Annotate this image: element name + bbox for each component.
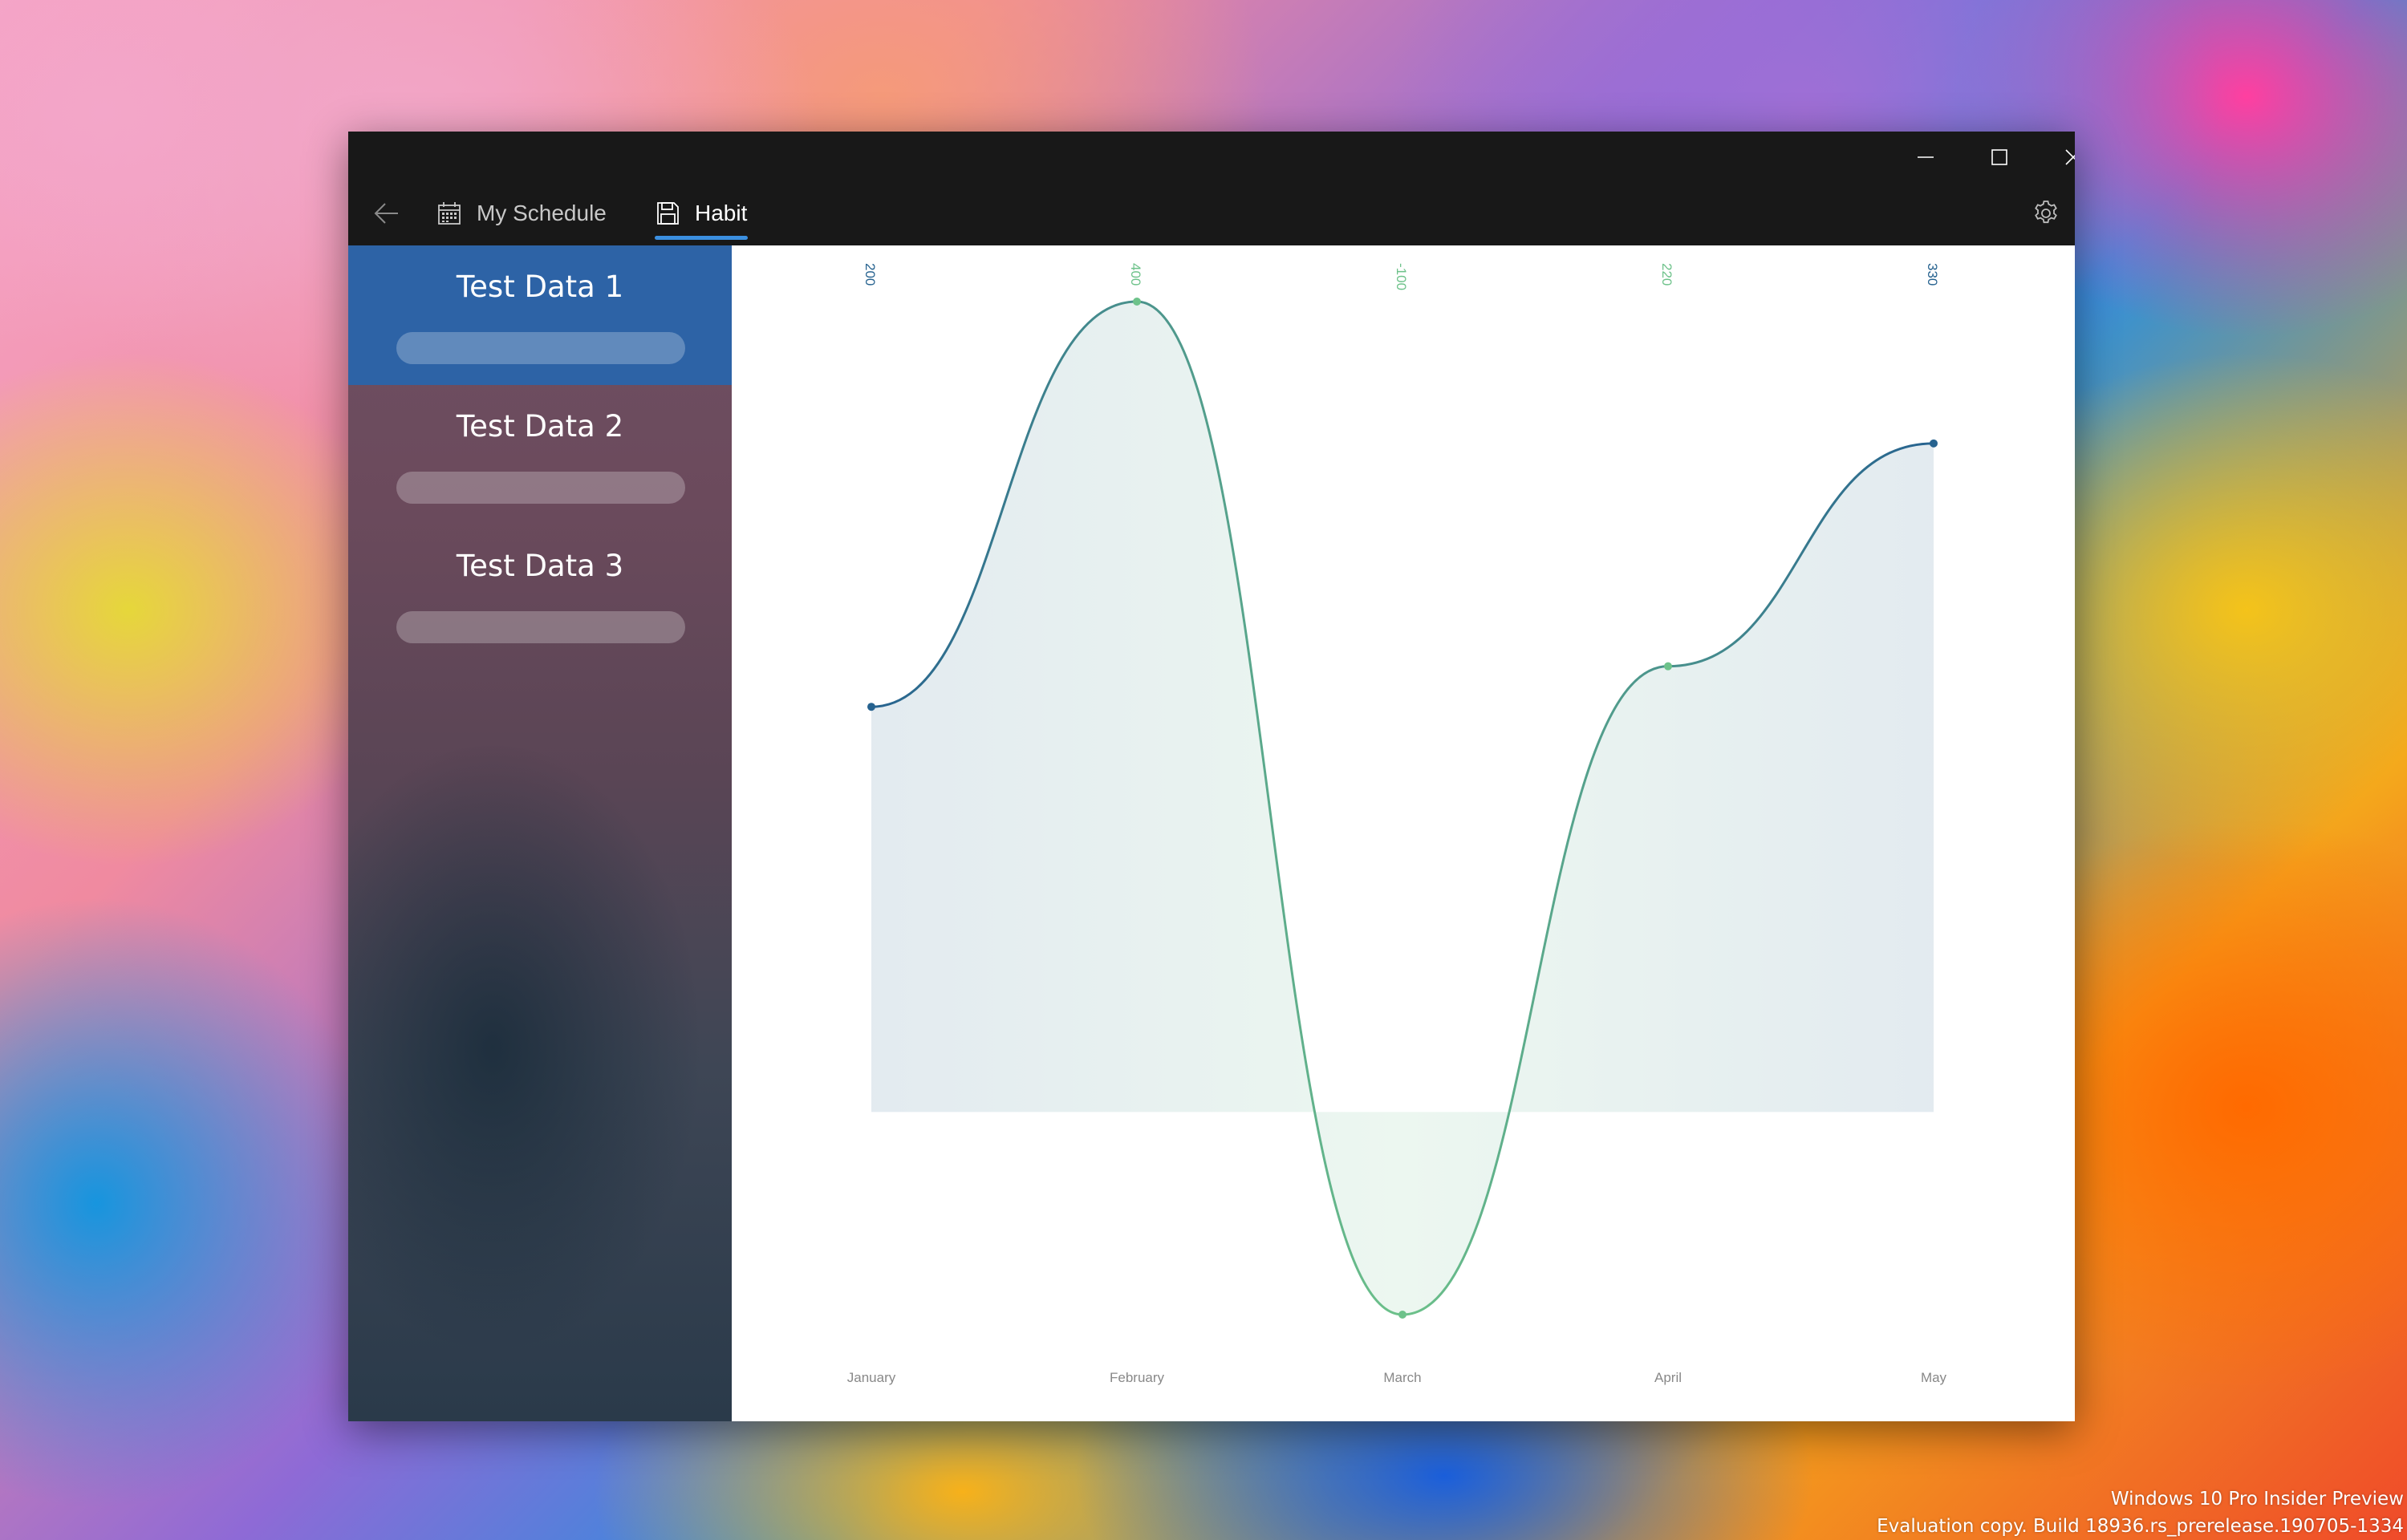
sidebar-item-label: Test Data 2: [456, 409, 624, 444]
calendar-icon: [438, 202, 461, 225]
x-tick-label-march: March: [1383, 1370, 1421, 1385]
sidebar-item-placeholder-bar: [396, 611, 685, 643]
sidebar: Test Data 1 Test Data 2 Test Data 3: [348, 245, 732, 1421]
sidebar-item-test-data-2[interactable]: Test Data 2: [348, 385, 732, 525]
gear-icon: [2035, 201, 2057, 224]
sidebar-item-test-data-3[interactable]: Test Data 3: [348, 525, 732, 664]
tab-habit[interactable]: Habit: [655, 184, 747, 242]
os-watermark: Windows 10 Pro Insider Preview Evaluatio…: [1877, 1485, 2404, 1540]
close-icon: [2065, 149, 2075, 165]
watermark-line-1: Windows 10 Pro Insider Preview: [2110, 1489, 2404, 1510]
close-button[interactable]: [2036, 132, 2075, 183]
sidebar-item-label: Test Data 1: [456, 270, 624, 304]
sidebar-item-label: Test Data 3: [456, 549, 624, 583]
data-point-march: [1398, 1311, 1406, 1319]
sidebar-item-test-data-1[interactable]: Test Data 1: [348, 245, 732, 385]
data-label-may: 330: [1925, 263, 1940, 286]
chart-area: 200 January 400 February -100 March 220 April 33…: [732, 245, 2075, 1421]
data-label-april: 220: [1659, 263, 1674, 286]
maximize-icon: [1991, 149, 2007, 165]
data-point-january: [867, 703, 875, 711]
data-point-april: [1664, 662, 1672, 671]
minimize-icon: [1918, 156, 1934, 158]
save-icon: [657, 202, 679, 225]
active-tab-indicator: [655, 236, 748, 240]
area-chart: 200 January 400 February -100 March 220 April 33…: [847, 263, 1947, 1385]
data-label-january: 200: [863, 263, 878, 286]
tab-habit-label: Habit: [695, 201, 748, 225]
sidebar-item-placeholder-bar: [396, 472, 685, 504]
title-bar: My Schedule Habit: [348, 132, 2075, 245]
tab-my-schedule[interactable]: My Schedule: [436, 184, 607, 242]
settings-button[interactable]: [2017, 184, 2075, 242]
data-point-february: [1133, 298, 1141, 306]
area-fill: [871, 302, 1934, 1315]
data-label-february: 400: [1128, 263, 1143, 286]
x-tick-label-february: February: [1110, 1370, 1165, 1385]
watermark-line-2: Evaluation copy. Build 18936.rs_prerelea…: [1877, 1516, 2404, 1537]
back-button[interactable]: [361, 184, 412, 242]
x-tick-label-january: January: [847, 1370, 896, 1385]
x-tick-label-april: April: [1654, 1370, 1682, 1385]
app-window: My Schedule Habit Test Data 1 Test Data …: [348, 132, 2075, 1421]
data-label-march: -100: [1394, 263, 1409, 290]
sidebar-item-placeholder-bar: [396, 332, 685, 364]
data-point-may: [1930, 439, 1938, 448]
maximize-button[interactable]: [1963, 132, 2036, 183]
tab-my-schedule-label: My Schedule: [477, 201, 607, 225]
minimize-button[interactable]: [1889, 132, 1963, 183]
x-tick-label-may: May: [1921, 1370, 1947, 1385]
back-arrow-icon: [374, 203, 398, 224]
